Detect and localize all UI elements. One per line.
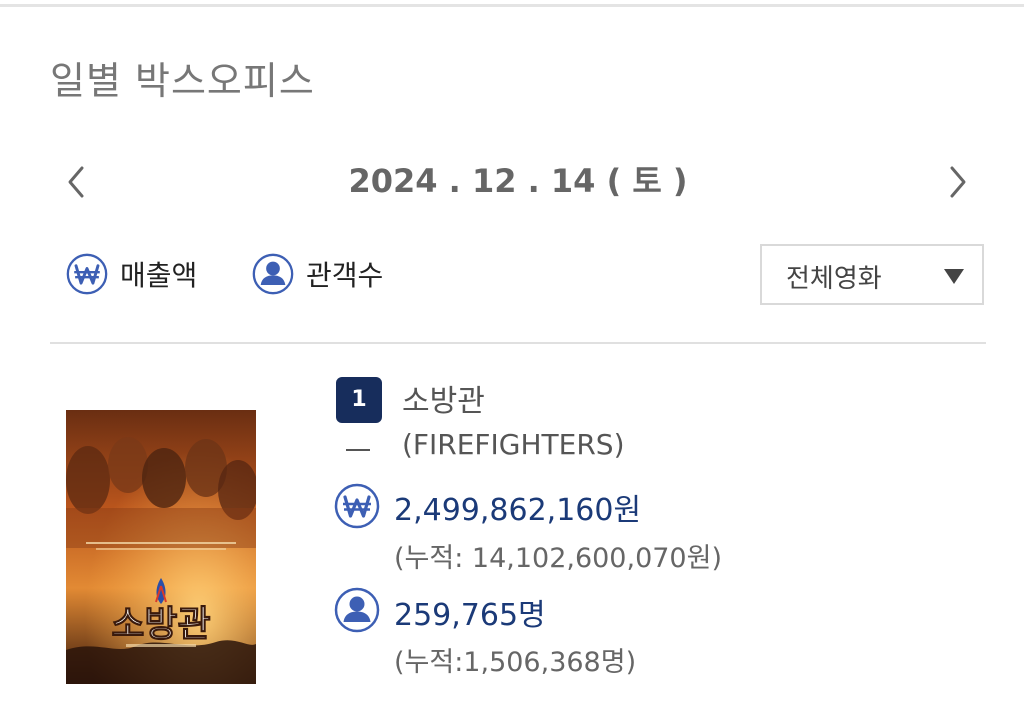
audience-toggle-label: 관객수 — [306, 259, 384, 292]
date-navigator: 2024 . 12 . 14 ( 토 ) — [50, 150, 986, 214]
current-date: 2024 . 12 . 14 ( 토 ) — [348, 162, 688, 200]
daily-sales-value: 2,499,862,160원 — [394, 493, 642, 528]
caret-down-icon — [944, 269, 964, 284]
sales-toggle-label: 매출액 — [120, 259, 198, 292]
person-icon — [252, 253, 294, 295]
daily-audience-value: 259,765명 — [394, 598, 546, 633]
movie-title-en: (FIREFIGHTERS) — [402, 428, 625, 461]
next-date-button[interactable] — [936, 160, 980, 204]
poster-image: 소방관 — [66, 410, 256, 684]
won-icon — [66, 253, 108, 295]
person-icon — [334, 587, 380, 633]
audience-toggle[interactable]: 관객수 — [252, 252, 383, 296]
cumulative-audience-value: (누적:1,506,368명) — [394, 647, 637, 678]
sales-toggle[interactable]: 매출액 — [66, 252, 197, 296]
poster-title-text: 소방관 — [111, 604, 210, 645]
won-icon — [334, 483, 380, 529]
movie-poster[interactable]: 소방관 — [66, 410, 256, 684]
box-office-page: 일별 박스오피스 2024 . 12 . 14 ( 토 ) 매출액 관객수 전체… — [0, 0, 1024, 711]
movie-filter-value: 전체영화 — [786, 264, 882, 294]
rank-change-indicator — [346, 449, 370, 451]
movie-filter-select[interactable]: 전체영화 — [760, 244, 984, 305]
chevron-right-icon — [950, 166, 966, 198]
top-divider — [0, 4, 1024, 7]
rank-badge: 1 — [336, 377, 382, 423]
movie-title[interactable]: 소방관 — [402, 376, 485, 420]
page-title: 일별 박스오피스 — [50, 59, 315, 103]
section-divider — [50, 342, 986, 344]
cumulative-sales-value: (누적: 14,102,600,070원) — [394, 543, 722, 574]
